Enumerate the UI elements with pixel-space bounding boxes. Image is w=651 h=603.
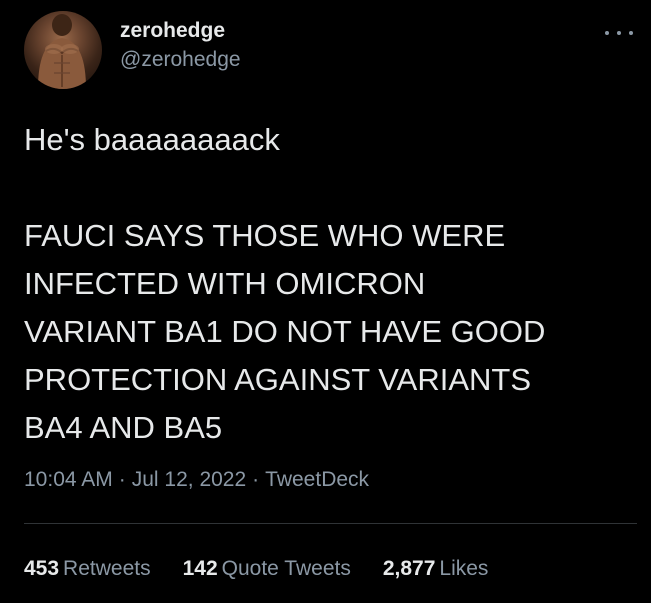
- more-options-button[interactable]: [605, 26, 633, 40]
- retweets-label: Retweets: [63, 557, 151, 580]
- tweet: zerohedge @zerohedge He's baaaaaaaack FA…: [0, 0, 651, 603]
- paragraph-break: [24, 164, 634, 212]
- more-dot-icon: [605, 31, 609, 35]
- tweet-meta: 10:04 AM · Jul 12, 2022 · TweetDeck: [24, 468, 369, 492]
- more-dot-icon: [629, 31, 633, 35]
- avatar[interactable]: [24, 11, 102, 89]
- tweet-line: INFECTED WITH OMICRON: [24, 266, 426, 301]
- tweet-source[interactable]: TweetDeck: [265, 468, 369, 491]
- quote-tweets-label: Quote Tweets: [221, 557, 351, 580]
- author-info: zerohedge @zerohedge: [120, 18, 241, 74]
- tweet-line: BA4 AND BA5: [24, 410, 223, 445]
- tweet-date[interactable]: Jul 12, 2022: [132, 468, 246, 491]
- retweets-count: 453: [24, 557, 60, 580]
- tweet-line: PROTECTION AGAINST VARIANTS: [24, 362, 531, 397]
- retweets-stat[interactable]: 453 Retweets: [24, 557, 151, 581]
- tweet-line: He's baaaaaaaack: [24, 122, 280, 157]
- tweet-line: VARIANT BA1 DO NOT HAVE GOOD: [24, 314, 546, 349]
- tweet-time[interactable]: 10:04 AM: [24, 468, 113, 491]
- tweet-stats: 453 Retweets 142 Quote Tweets 2,877 Likes: [24, 557, 520, 581]
- tweet-text: He's baaaaaaaack FAUCI SAYS THOSE WHO WE…: [24, 116, 634, 452]
- user-handle[interactable]: @zerohedge: [120, 46, 241, 74]
- likes-count: 2,877: [382, 557, 436, 580]
- quote-tweets-count: 142: [182, 557, 218, 580]
- profile-photo-icon: [38, 14, 86, 89]
- meta-separator: ·: [118, 468, 126, 491]
- more-dot-icon: [617, 31, 621, 35]
- display-name[interactable]: zerohedge: [120, 18, 241, 44]
- quote-tweets-stat[interactable]: 142 Quote Tweets: [183, 557, 351, 581]
- meta-separator: ·: [252, 468, 260, 491]
- likes-stat[interactable]: 2,877 Likes: [383, 557, 489, 581]
- likes-label: Likes: [439, 557, 489, 580]
- divider: [24, 523, 637, 524]
- tweet-line: FAUCI SAYS THOSE WHO WERE: [24, 218, 506, 253]
